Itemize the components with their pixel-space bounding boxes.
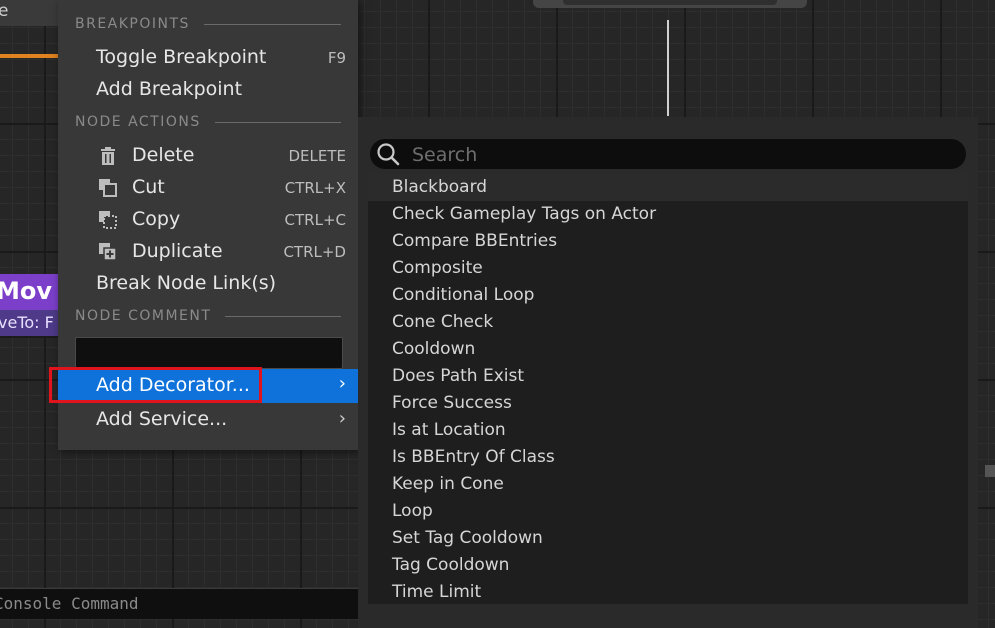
search-box[interactable] [370, 139, 966, 169]
section-breakpoints: BREAKPOINTS [75, 14, 341, 34]
list-item[interactable]: Is BBEntry Of Class [368, 444, 968, 471]
list-item[interactable]: Blackboard [368, 174, 968, 201]
chevron-right-icon: › [338, 408, 346, 429]
copy-label: Copy [132, 208, 181, 230]
list-item-label: Check Gameplay Tags on Actor [392, 204, 657, 224]
list-item[interactable]: Cone Check [368, 309, 968, 336]
add-breakpoint-item[interactable]: Add Breakpoint [58, 74, 358, 106]
break-node-links-label: Break Node Link(s) [96, 272, 277, 294]
search-input[interactable] [410, 141, 954, 169]
list-item-label: Set Tag Cooldown [392, 528, 543, 548]
list-item-label: Composite [392, 258, 483, 278]
list-item[interactable]: Composite [368, 255, 968, 282]
console-command-input[interactable]: Console Command [0, 588, 358, 619]
copy-shortcut: CTRL+C [284, 211, 346, 229]
section-node-comment-label: NODE COMMENT [75, 308, 212, 324]
move-to-node-subtitle-text: veTo: F [0, 313, 54, 332]
delete-shortcut: DELETE [288, 147, 346, 165]
list-item[interactable]: Force Success [368, 390, 968, 417]
list-item-label: Keep in Cone [392, 474, 504, 494]
delete-item[interactable]: Delete DELETE [58, 140, 358, 172]
section-breakpoints-label: BREAKPOINTS [75, 16, 190, 32]
duplicate-item[interactable]: Duplicate CTRL+D [58, 236, 358, 268]
list-item-label: Conditional Loop [392, 285, 535, 305]
selection-highlight-frame [49, 367, 262, 403]
copy-icon [99, 211, 117, 229]
delete-label: Delete [132, 144, 195, 166]
top-left-tab[interactable]: e [0, 0, 58, 26]
node-connection-line [667, 20, 669, 116]
decorator-list: Blackboard Check Gameplay Tags on Actor Co… [368, 174, 968, 604]
add-breakpoint-label: Add Breakpoint [96, 78, 243, 100]
top-left-tab-label: e [0, 1, 9, 21]
toggle-breakpoint-item[interactable]: Toggle Breakpoint F9 [58, 42, 358, 74]
list-item-label: Force Success [392, 393, 512, 413]
list-item[interactable]: Check Gameplay Tags on Actor [368, 201, 968, 228]
console-placeholder: Console Command [0, 594, 139, 613]
trash-icon [101, 147, 115, 165]
list-item-label: Compare BBEntries [392, 231, 558, 251]
list-item-label: Blackboard [392, 177, 488, 197]
list-item[interactable]: Cooldown [368, 336, 968, 363]
toggle-breakpoint-label: Toggle Breakpoint [96, 46, 267, 68]
section-node-actions-label: NODE ACTIONS [75, 114, 201, 130]
copy-item[interactable]: Copy CTRL+C [58, 204, 358, 236]
exec-wire [0, 54, 58, 58]
duplicate-label: Duplicate [132, 240, 223, 262]
list-item[interactable]: Loop [368, 498, 968, 525]
move-to-node-title: Mov [0, 274, 60, 310]
move-to-node-title-text: Mov [0, 277, 53, 305]
add-service-item[interactable]: Add Service... › [58, 404, 358, 436]
toggle-breakpoint-shortcut: F9 [327, 49, 346, 67]
list-item-label: Tag Cooldown [392, 555, 510, 575]
decorator-submenu: Blackboard Check Gameplay Tags on Actor Co… [358, 117, 978, 628]
list-item[interactable]: Tag Cooldown [368, 552, 968, 579]
list-item[interactable]: Keep in Cone [368, 471, 968, 498]
list-item[interactable]: Conditional Loop [368, 282, 968, 309]
section-node-actions: NODE ACTIONS [75, 112, 341, 132]
cut-shortcut: CTRL+X [284, 179, 346, 197]
list-item-label: Loop [392, 501, 433, 521]
break-node-links-item[interactable]: Break Node Link(s) [58, 268, 358, 300]
cut-icon [99, 179, 117, 197]
duplicate-icon [99, 243, 117, 261]
cut-label: Cut [132, 176, 165, 198]
list-item[interactable]: Is at Location [368, 417, 968, 444]
graph-node-top-inner [563, 0, 777, 5]
list-item-label: Is at Location [392, 420, 506, 440]
list-item[interactable]: Time Limit [368, 579, 968, 606]
list-item[interactable]: Set Tag Cooldown [368, 525, 968, 552]
list-item-label: Is BBEntry Of Class [392, 447, 555, 467]
list-item-label: Cone Check [392, 312, 494, 332]
chevron-right-icon: › [338, 373, 346, 394]
node-comment-input[interactable] [75, 337, 343, 369]
add-service-label: Add Service... [96, 408, 228, 430]
cut-item[interactable]: Cut CTRL+X [58, 172, 358, 204]
list-item-label: Does Path Exist [392, 366, 525, 386]
section-divider [225, 315, 341, 317]
section-divider [214, 121, 341, 123]
move-to-node-subtitle: veTo: F [0, 310, 60, 336]
list-item[interactable]: Compare BBEntries [368, 228, 968, 255]
duplicate-shortcut: CTRL+D [283, 243, 346, 261]
list-item-label: Time Limit [392, 582, 482, 602]
search-icon [377, 143, 400, 166]
list-item-label: Cooldown [392, 339, 476, 359]
right-edge-element [985, 465, 995, 477]
section-divider [203, 23, 341, 25]
section-node-comment: NODE COMMENT [75, 306, 341, 326]
list-item[interactable]: Does Path Exist [368, 363, 968, 390]
